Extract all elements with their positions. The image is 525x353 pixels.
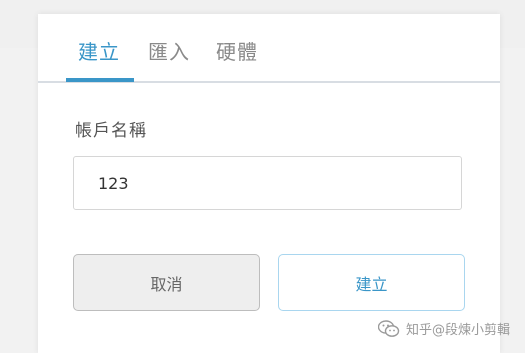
tab-hardware[interactable]: 硬體 xyxy=(216,39,258,65)
tab-create[interactable]: 建立 xyxy=(78,39,120,65)
tab-bar: 建立 匯入 硬體 xyxy=(38,14,500,83)
watermark: 知乎@段煉小剪輯 xyxy=(377,319,511,338)
cancel-button[interactable]: 取消 xyxy=(73,254,260,311)
active-tab-indicator xyxy=(66,78,134,82)
wechat-icon xyxy=(377,319,400,338)
tab-import[interactable]: 匯入 xyxy=(148,39,190,65)
account-name-input[interactable] xyxy=(73,156,462,210)
create-button[interactable]: 建立 xyxy=(278,254,465,311)
watermark-text: 知乎@段煉小剪輯 xyxy=(406,323,511,338)
account-card: 建立 匯入 硬體 帳戶名稱 取消 建立 xyxy=(38,14,500,353)
account-name-label: 帳戶名稱 xyxy=(75,121,147,141)
